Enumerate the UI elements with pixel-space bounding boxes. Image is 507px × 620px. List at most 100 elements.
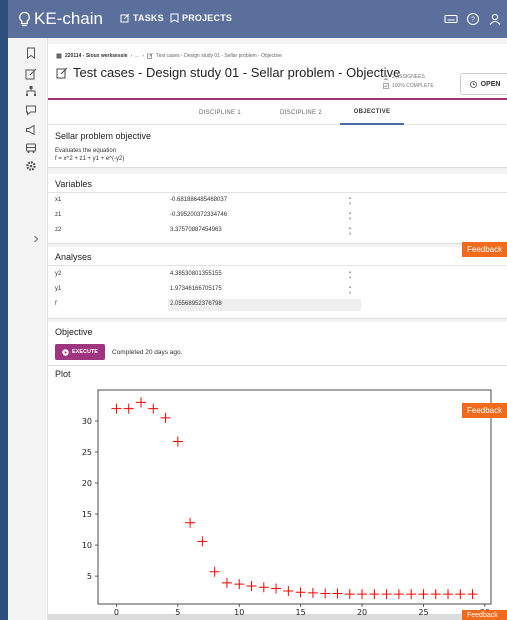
variables-title: Variables <box>55 179 92 189</box>
analysis-value: 2.05568952376798 <box>170 301 222 307</box>
lightbulb-icon <box>19 11 30 26</box>
tab-discipline-1[interactable]: DISCIPLINE 1 <box>178 100 262 125</box>
sitemap-icon[interactable] <box>25 85 37 97</box>
tab-discipline-2[interactable]: DISCIPLINE 2 <box>262 100 340 125</box>
user-icon[interactable] <box>488 12 502 26</box>
feedback-button[interactable]: Feedback <box>462 403 507 418</box>
analysis-name: y2 <box>55 271 62 277</box>
stepper-icon[interactable]: ▲ ▼ <box>346 195 354 207</box>
sidebar <box>8 38 48 620</box>
variable-name: z1 <box>55 212 62 218</box>
objective-title: Objective <box>55 327 93 337</box>
app-name: KE-chain <box>34 9 103 28</box>
svg-text:?: ? <box>471 17 475 24</box>
data-point <box>111 403 122 414</box>
plot-frame <box>97 389 492 605</box>
variables-card: Variables x1 -0.681886485468037 ▲ ▼ z1 -0… <box>48 174 507 244</box>
analysis-name: f <box>55 301 57 307</box>
data-point <box>455 589 466 600</box>
y-tick-label: 20 <box>82 479 92 488</box>
equation-text: f = x^2 + z1 + y1 + e^(-y2) <box>55 156 125 162</box>
execute-button[interactable]: EXECUTE <box>55 344 105 360</box>
page-header: 220114 - Sioux werksessie › ... › Test c… <box>48 44 507 100</box>
data-point <box>123 403 134 414</box>
gear-icon[interactable] <box>25 160 37 172</box>
edit-icon[interactable] <box>25 68 37 80</box>
data-point <box>185 517 196 528</box>
main-content: 220114 - Sioux werksessie › ... › Test c… <box>48 38 507 620</box>
analysis-name: y1 <box>55 286 62 292</box>
data-point <box>393 589 404 600</box>
data-point <box>430 589 441 600</box>
analyses-card: Analyses y2 4.38530801355155 ▲ ▼ y1 1.973… <box>48 247 507 319</box>
y-tick-label: 5 <box>87 572 92 581</box>
data-point <box>160 412 171 423</box>
data-point <box>221 577 232 588</box>
description-card: Sellar problem objective Evaluates the e… <box>48 125 507 168</box>
edit-icon <box>56 67 68 78</box>
data-point <box>381 589 392 600</box>
project-icon <box>56 53 62 59</box>
bookmark-icon <box>170 13 179 23</box>
data-point <box>418 589 429 600</box>
analysis-value: 4.38530801355155 <box>170 271 222 277</box>
breadcrumb-current: Test cases - Design study 01 - Sellar pr… <box>156 53 282 59</box>
data-point <box>258 582 269 593</box>
nav-tasks[interactable]: TASKS <box>120 13 164 23</box>
megaphone-icon[interactable] <box>25 124 37 136</box>
feedback-button[interactable]: Feedback <box>462 610 507 620</box>
breadcrumb-project[interactable]: 220114 - Sioux werksessie <box>65 53 128 59</box>
variable-value-input[interactable]: 3.37570887454963 <box>170 227 222 233</box>
data-point <box>307 587 318 598</box>
breadcrumb-ellipsis[interactable]: ... <box>135 53 139 59</box>
data-point <box>197 536 208 547</box>
top-bar: KE-chain TASKS PROJECTS ? <box>8 0 507 38</box>
edit-icon <box>120 13 130 23</box>
analyses-title: Analyses <box>55 252 92 262</box>
chevron-right-icon[interactable] <box>32 235 40 243</box>
data-point <box>320 588 331 599</box>
y-tick-label: 30 <box>82 417 92 426</box>
app-logo[interactable]: KE-chain <box>18 9 103 29</box>
breadcrumb: 220114 - Sioux werksessie › ... › Test c… <box>56 53 282 59</box>
tab-objective[interactable]: OBJECTIVE <box>340 100 404 125</box>
variable-name: z2 <box>55 227 62 233</box>
x-tick-label: 10 <box>234 608 244 615</box>
stepper-icon[interactable]: ▲ ▼ <box>346 269 354 281</box>
plot-layer: 05101520253051015202530 <box>82 389 492 615</box>
chat-icon[interactable] <box>25 104 37 116</box>
data-point <box>246 581 257 592</box>
x-tick-label: 20 <box>357 608 367 615</box>
variable-value-input[interactable]: -0.681886485468037 <box>170 197 227 203</box>
divider <box>48 192 507 193</box>
data-point <box>344 589 355 600</box>
tab-bar: DISCIPLINE 1 DISCIPLINE 2 OBJECTIVE <box>48 100 507 125</box>
variable-value-input[interactable]: -0.395200372334746 <box>170 212 227 218</box>
execution-status: Completed 20 days ago. <box>112 349 183 356</box>
stepper-icon[interactable]: ▲ ▼ <box>346 284 354 296</box>
data-point <box>148 403 159 414</box>
nav-projects-label: PROJECTS <box>182 13 233 23</box>
bus-icon[interactable] <box>25 142 37 154</box>
stepper-icon[interactable]: ▲ ▼ <box>346 210 354 222</box>
data-point <box>295 587 306 598</box>
data-point <box>406 589 417 600</box>
open-button-label: OPEN <box>480 80 501 88</box>
analysis-value: 1.97346166705175 <box>170 286 222 292</box>
page-title-text: Test cases - Design study 01 - Sellar pr… <box>73 65 401 80</box>
stepper-icon[interactable]: ▲ ▼ <box>346 225 354 237</box>
bookmark-icon[interactable] <box>25 47 37 59</box>
x-tick-label: 15 <box>296 608 306 615</box>
progress-text: 100% COMPLETE <box>392 83 434 89</box>
feedback-button[interactable]: Feedback <box>462 242 507 257</box>
help-icon[interactable]: ? <box>466 12 480 26</box>
data-point <box>357 589 368 600</box>
nav-projects[interactable]: PROJECTS <box>170 13 232 23</box>
progress-badge: 100% COMPLETE <box>383 83 434 89</box>
open-button[interactable]: OPEN <box>460 73 507 95</box>
data-point <box>443 589 454 600</box>
assignees-badge[interactable]: 2 ASSIGNEES <box>383 74 425 80</box>
assignees-text: 2 ASSIGNEES <box>392 74 425 80</box>
clock-icon <box>469 80 477 88</box>
keyboard-icon[interactable] <box>444 12 458 26</box>
